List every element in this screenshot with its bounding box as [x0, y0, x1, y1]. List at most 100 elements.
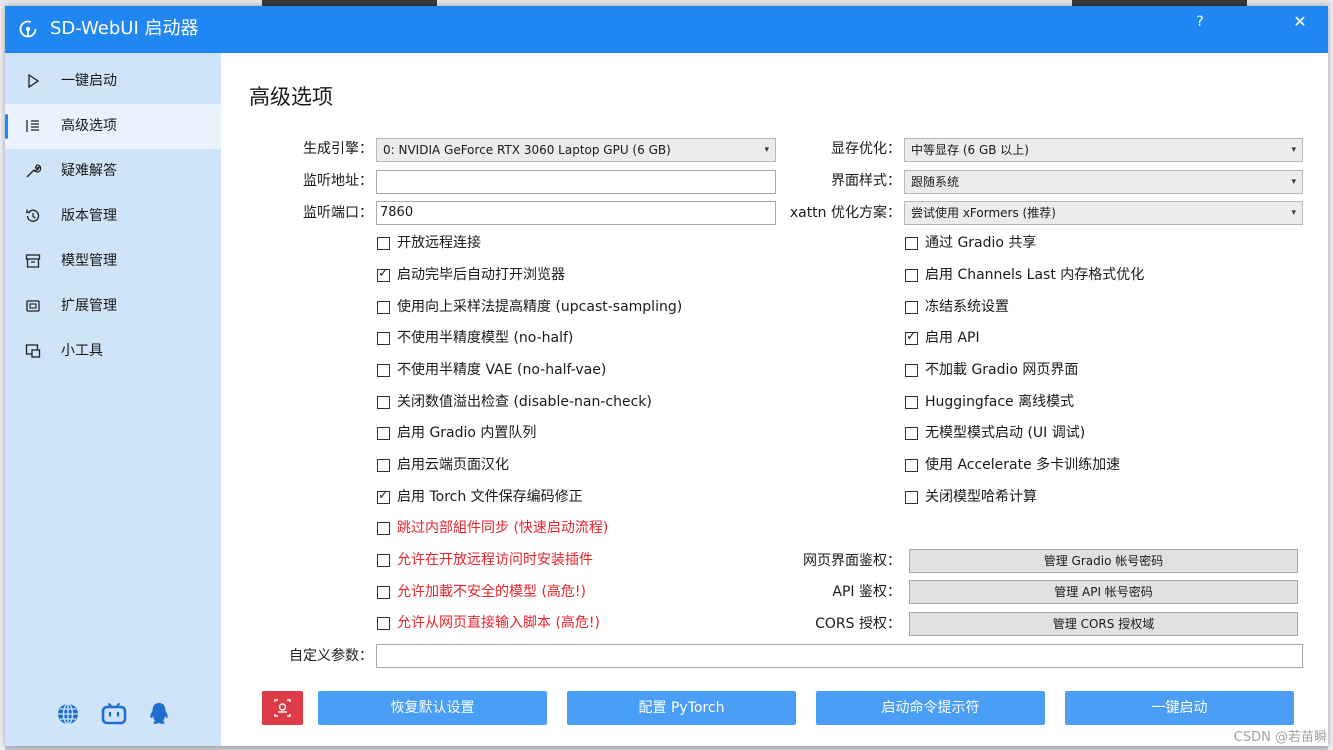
- checkbox-box[interactable]: [377, 488, 390, 504]
- checkbox-box[interactable]: [377, 585, 390, 599]
- desktop-background-right: [1328, 6, 1333, 750]
- checkbox-label: 启动完毕后自动打开浏览器: [397, 267, 565, 283]
- custom-args-label: 自定义参数：: [289, 648, 373, 664]
- reset-defaults-button[interactable]: 恢复默认设置: [318, 691, 547, 725]
- checkbox-channels-last[interactable]: 启用 Channels Last 内存格式优化: [905, 265, 1144, 285]
- checkbox-label: 不加載 Gradio 网页界面: [925, 362, 1079, 378]
- checkbox-allow-remote-install[interactable]: 允许在开放远程访问时安装插件: [377, 550, 593, 570]
- one-click-launch-button[interactable]: 一键启动: [1065, 691, 1294, 725]
- checkbox-box[interactable]: [377, 395, 390, 409]
- checkbox-upcast-sampling[interactable]: 使用向上采样法提高精度 (upcast-sampling): [377, 297, 682, 317]
- checkbox-box[interactable]: [905, 426, 918, 440]
- manage-gradio-auth-button[interactable]: 管理 Gradio 帐号密码: [909, 549, 1298, 573]
- theme-select[interactable]: 跟随系统 ▾: [904, 170, 1303, 194]
- checkbox-box[interactable]: [377, 521, 390, 535]
- checkbox-accelerate[interactable]: 使用 Accelerate 多卡训练加速: [905, 455, 1120, 475]
- checkbox-label: 启用 Channels Last 内存格式优化: [925, 267, 1145, 283]
- listen-port-input[interactable]: 7860: [376, 201, 776, 225]
- checkbox-box[interactable]: [377, 236, 390, 250]
- globe-icon[interactable]: [55, 701, 81, 727]
- checkbox-label: 启用 Torch 文件保存编码修正: [397, 489, 583, 505]
- checkbox-box[interactable]: [377, 616, 390, 630]
- checkbox-box[interactable]: [377, 426, 390, 440]
- close-button[interactable]: ✕: [1288, 10, 1312, 34]
- listen-address-label: 监听地址：: [303, 173, 373, 189]
- checkbox-box[interactable]: [377, 458, 390, 472]
- checkbox-box[interactable]: [377, 363, 390, 377]
- checkbox-box[interactable]: [905, 300, 918, 314]
- sidebar-item-troubleshoot[interactable]: 疑难解答: [5, 149, 221, 194]
- capture-button[interactable]: [262, 691, 303, 725]
- checkbox-box[interactable]: [905, 395, 918, 409]
- checkbox-ui-debug[interactable]: 无模型模式启动 (UI 调试): [905, 423, 1085, 443]
- sidebar-item-quick-launch[interactable]: 一键启动: [5, 59, 221, 104]
- listen-port-label: 监听端口：: [303, 205, 373, 221]
- sidebar: 一键启动 高级选项 疑难解答 版本管理 模型管理 扩展管理 小工具: [5, 53, 221, 746]
- checkbox-auto-open-browser[interactable]: 启动完毕后自动打开浏览器: [377, 265, 565, 285]
- sidebar-item-models[interactable]: 模型管理: [5, 239, 221, 284]
- history-icon: [26, 209, 40, 222]
- checkbox-skip-sync[interactable]: 跳过内部組件同步 (快速启动流程): [377, 518, 608, 538]
- manage-cors-button[interactable]: 管理 CORS 授权域: [909, 612, 1298, 636]
- checkbox-gradio-share[interactable]: 通过 Gradio 共享: [905, 233, 1036, 253]
- checkbox-disable-nan-check[interactable]: 关闭数值溢出检查 (disable-nan-check): [377, 392, 652, 412]
- checkbox-box[interactable]: [377, 266, 390, 282]
- launcher-window: SD-WebUI 启动器 ? ✕ 一键启动 高级选项 疑难解答 版本管理 模型管…: [5, 6, 1328, 746]
- xattn-select[interactable]: 尝试使用 xFormers (推荐) ▾: [904, 201, 1303, 225]
- checkbox-box[interactable]: [905, 363, 918, 377]
- checkbox-no-hashing[interactable]: 关闭模型哈希计算: [905, 487, 1037, 507]
- checkbox-box[interactable]: [905, 490, 918, 504]
- vram-select[interactable]: 中等显存 (6 GB 以上) ▾: [904, 138, 1303, 162]
- checkbox-box[interactable]: [377, 553, 390, 567]
- checkbox-freeze-settings[interactable]: 冻结系统设置: [905, 297, 1009, 317]
- qq-icon[interactable]: [146, 701, 172, 727]
- listen-address-input[interactable]: [376, 170, 776, 194]
- sidebar-item-label: 高级选项: [61, 118, 117, 134]
- web-auth-label: 网页界面鉴权：: [803, 553, 901, 569]
- configure-pytorch-button[interactable]: 配置 PyTorch: [567, 691, 796, 725]
- checkbox-remote-access[interactable]: 开放远程连接: [377, 233, 481, 253]
- play-icon: [28, 73, 40, 89]
- title-bar[interactable]: SD-WebUI 启动器 ? ✕: [5, 6, 1328, 53]
- open-cmd-button[interactable]: 启动命令提示符: [816, 691, 1045, 725]
- engine-label: 生成引擎：: [303, 141, 373, 157]
- toolbox-icon: [25, 344, 41, 358]
- wrench-icon: [26, 164, 42, 178]
- sidebar-item-extensions[interactable]: 扩展管理: [5, 284, 221, 329]
- checkbox-allow-unsafe-models[interactable]: 允许加載不安全的模型 (高危!): [377, 582, 586, 602]
- checkbox-label: 允许加載不安全的模型 (高危!): [397, 584, 586, 600]
- checkbox-label: 冻结系统设置: [925, 299, 1009, 315]
- sidebar-item-version[interactable]: 版本管理: [5, 194, 221, 239]
- sidebar-item-label: 模型管理: [61, 253, 117, 269]
- xattn-label: xattn 优化方案：: [789, 205, 901, 221]
- bilibili-icon[interactable]: [101, 701, 127, 727]
- sidebar-item-tools[interactable]: 小工具: [5, 329, 221, 374]
- checkbox-hf-offline[interactable]: Huggingface 离线模式: [905, 392, 1074, 412]
- checkbox-cloud-localization[interactable]: 启用云端页面汉化: [377, 455, 509, 475]
- chevron-down-icon: ▾: [1291, 177, 1296, 187]
- custom-args-input[interactable]: [376, 644, 1303, 668]
- checkbox-box[interactable]: [905, 458, 918, 472]
- checkbox-box[interactable]: [905, 268, 918, 282]
- checkbox-box[interactable]: [377, 300, 390, 314]
- watermark: CSDN @若苗瞬: [1233, 730, 1327, 745]
- checkbox-torch-save-fix[interactable]: 启用 Torch 文件保存编码修正: [377, 487, 583, 507]
- checkbox-gradio-queue[interactable]: 启用 Gradio 内置队列: [377, 423, 536, 443]
- theme-label: 界面样式：: [831, 173, 901, 189]
- checkbox-label: 启用云端页面汉化: [397, 457, 509, 473]
- sidebar-item-label: 疑难解答: [61, 163, 117, 179]
- checkbox-box[interactable]: [905, 236, 918, 250]
- manage-api-auth-button[interactable]: 管理 API 帐号密码: [909, 580, 1298, 604]
- sidebar-item-label: 扩展管理: [61, 298, 117, 314]
- sidebar-item-advanced[interactable]: 高级选项: [5, 104, 221, 149]
- checkbox-no-half-vae[interactable]: 不使用半精度 VAE (no-half-vae): [377, 360, 606, 380]
- checkbox-enable-api[interactable]: 启用 API: [905, 328, 980, 348]
- checkbox-no-webui[interactable]: 不加載 Gradio 网页界面: [905, 360, 1078, 380]
- checkbox-allow-code[interactable]: 允许从网页直接输入脚本 (高危!): [377, 613, 600, 633]
- help-button[interactable]: ?: [1188, 10, 1212, 34]
- checkbox-box[interactable]: [905, 329, 918, 345]
- checkbox-no-half[interactable]: 不使用半精度模型 (no-half): [377, 328, 573, 348]
- checkbox-box[interactable]: [377, 331, 390, 345]
- engine-select[interactable]: 0: NVIDIA GeForce RTX 3060 Laptop GPU (6…: [376, 138, 776, 162]
- sidebar-item-label: 小工具: [61, 343, 103, 359]
